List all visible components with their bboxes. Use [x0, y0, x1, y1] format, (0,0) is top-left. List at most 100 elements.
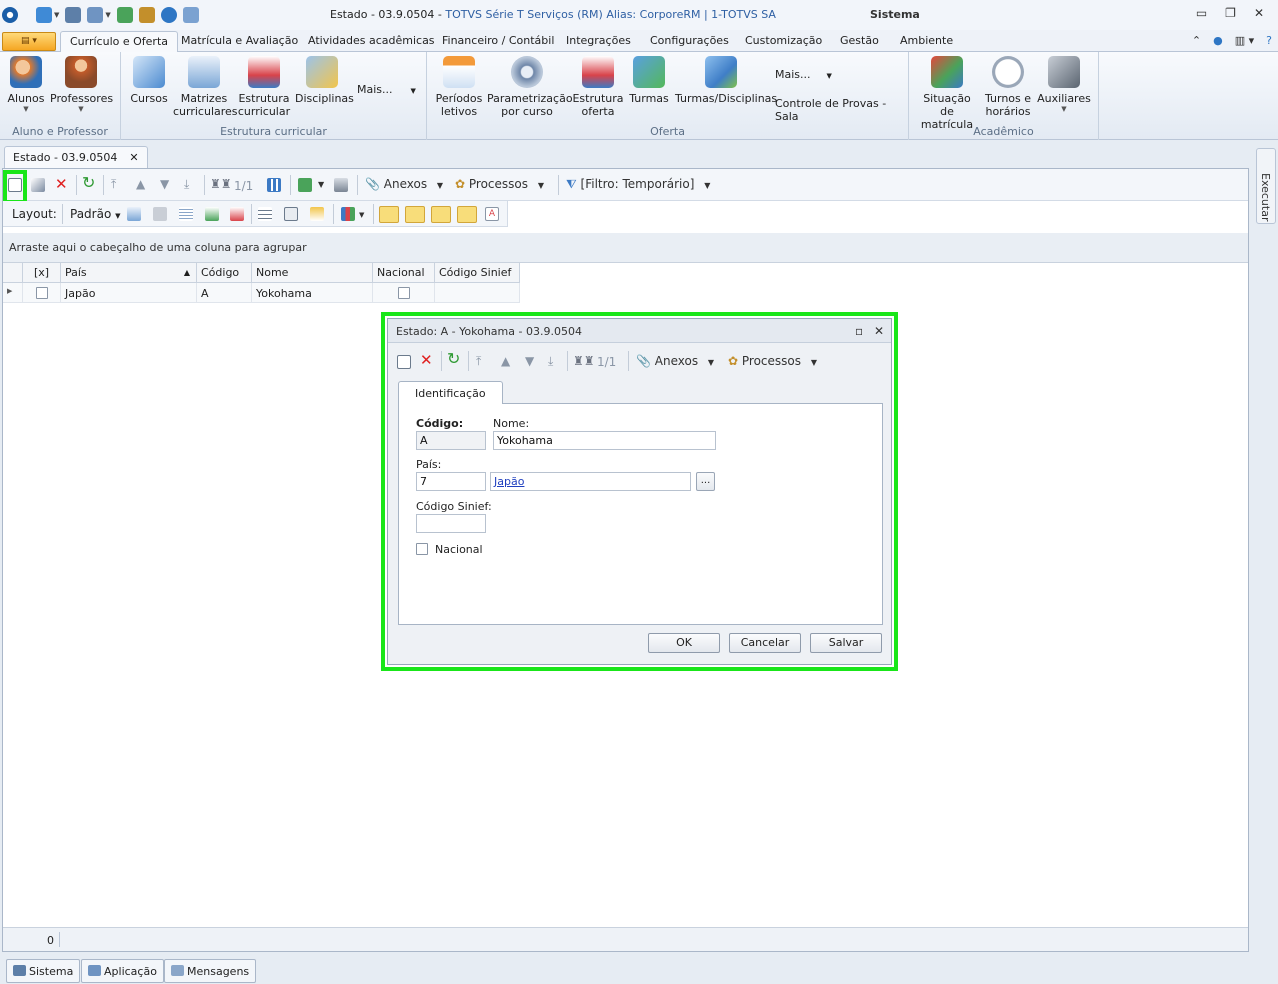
disciplinas-button[interactable]: Disciplinas	[295, 56, 354, 105]
dialog-delete-icon[interactable]: ✕	[420, 353, 433, 368]
tab-matricula-avaliacao[interactable]: Matrícula e Avaliação	[181, 34, 298, 47]
window-icon[interactable]	[87, 7, 104, 23]
turmas-button[interactable]: Turmas	[627, 56, 671, 105]
layout-copy-icon[interactable]	[153, 207, 167, 221]
taskbar-aplicacao-button[interactable]: Aplicação	[81, 959, 164, 983]
print-icon[interactable]	[334, 178, 348, 192]
column-nacional[interactable]: Nacional	[373, 263, 435, 283]
nacional-checkbox[interactable]	[416, 543, 428, 555]
delete-icon[interactable]: ✕	[55, 177, 68, 192]
taskbar-mensagens-button[interactable]: Mensagens	[164, 959, 257, 983]
professores-button[interactable]: Professores ▼	[50, 56, 113, 113]
dialog-first-icon[interactable]: ⤒	[476, 354, 481, 368]
codigo-field[interactable]: A	[416, 431, 486, 450]
monitor-icon[interactable]	[65, 7, 82, 23]
previous-record-icon[interactable]: ▲	[136, 177, 145, 191]
row-select-checkbox[interactable]	[35, 287, 48, 299]
column-codigo[interactable]: Código	[197, 263, 252, 283]
tab-identificacao[interactable]: Identificação	[398, 381, 503, 404]
executar-side-panel[interactable]: Executar	[1256, 148, 1276, 224]
font-color-icon[interactable]: A	[485, 207, 499, 221]
grid-view-icon[interactable]	[267, 178, 281, 192]
cell-nacional-checkbox[interactable]	[397, 287, 410, 299]
tab-integracoes[interactable]: Integrações	[566, 34, 631, 47]
column-nome[interactable]: Nome	[252, 263, 373, 283]
dialog-close-icon[interactable]: ✕	[874, 324, 884, 338]
cancel-button[interactable]: Cancelar	[729, 633, 801, 653]
ok-button[interactable]: OK	[648, 633, 720, 653]
column-pais[interactable]: País ▲	[61, 263, 197, 283]
table-row[interactable]: ▶ Japão A Yokohama	[3, 283, 520, 303]
tab-gestao[interactable]: Gestão	[840, 34, 879, 47]
chart-icon[interactable]	[341, 207, 355, 221]
anexos-button[interactable]: 📎 Anexos ▼	[365, 177, 443, 193]
cursos-button[interactable]: Cursos	[129, 56, 169, 105]
filtro-button[interactable]: ⧨ [Filtro: Temporário] ▼	[566, 177, 710, 193]
binoculars-icon[interactable]: ♜♜	[210, 177, 232, 191]
oferta-mais-button[interactable]: Mais... ▼	[775, 68, 832, 81]
export-dropdown-icon[interactable]: ▼	[318, 178, 324, 192]
highlight-style-3-icon[interactable]	[431, 206, 451, 223]
estrutura-mais-button[interactable]: Mais... ▼	[357, 83, 416, 96]
export-icon[interactable]	[116, 7, 133, 23]
pais-name-link[interactable]: Japão	[494, 475, 524, 488]
app-menu-button[interactable]: ▤ ▾	[2, 32, 56, 51]
tab-configuracoes[interactable]: Configurações	[650, 34, 729, 47]
situacao-matricula-button[interactable]: Situação de matrícula	[915, 56, 979, 131]
column-codigo-sinief[interactable]: Código Sinief	[435, 263, 520, 283]
highlight-style-2-icon[interactable]	[405, 206, 425, 223]
column-select-all[interactable]: [x]	[23, 263, 61, 283]
processos-button[interactable]: ✿ Processos ▼	[455, 177, 544, 193]
save-button[interactable]: Salvar	[810, 633, 882, 653]
dialog-processos-button[interactable]: ✿ Processos ▼	[728, 354, 817, 370]
alunos-button[interactable]: Alunos ▼	[6, 56, 46, 113]
highlight-style-1-icon[interactable]	[379, 206, 399, 223]
estrutura-oferta-button[interactable]: Estrutura oferta	[571, 56, 625, 118]
next-record-icon[interactable]: ▼	[160, 177, 169, 191]
tab-financeiro-contabil[interactable]: Financeiro / Contábil	[442, 34, 554, 47]
dialog-new-icon[interactable]	[397, 355, 411, 369]
sum-icon[interactable]	[284, 207, 298, 221]
help-globe-icon[interactable]: ●	[1213, 34, 1223, 47]
pais-name-field[interactable]: Japão	[490, 472, 691, 491]
dialog-last-icon[interactable]: ⤓	[548, 354, 553, 368]
tab-ambiente[interactable]: Ambiente	[900, 34, 953, 47]
pais-code-field[interactable]: 7	[416, 472, 486, 491]
dialog-maximize-icon[interactable]: ▫	[855, 324, 863, 338]
layout-import-icon[interactable]	[205, 207, 219, 221]
highlight-style-4-icon[interactable]	[457, 206, 477, 223]
app-logo-icon[interactable]	[2, 7, 18, 23]
globe-search-icon[interactable]	[160, 7, 177, 23]
dialog-next-icon[interactable]: ▼	[525, 354, 534, 368]
doc-tab-estado[interactable]: Estado - 03.9.0504 ✕	[4, 146, 148, 168]
last-record-icon[interactable]: ⤓	[184, 177, 189, 191]
sinief-field[interactable]	[416, 514, 486, 533]
nome-field[interactable]: Yokohama	[493, 431, 716, 450]
group-by-bar[interactable]: Arraste aqui o cabeçalho de uma coluna p…	[3, 233, 1248, 263]
taskbar-sistema-button[interactable]: Sistema	[6, 959, 81, 983]
copy-icon[interactable]	[182, 7, 199, 23]
group-rows-icon[interactable]	[258, 207, 272, 221]
refresh-icon[interactable]: ↻	[82, 175, 95, 191]
note-icon[interactable]	[310, 207, 324, 221]
controle-provas-sala-button[interactable]: Controle de Provas - Sala	[775, 97, 908, 123]
dialog-binoculars-icon[interactable]: ♜♜	[573, 354, 595, 368]
matrizes-curriculares-button[interactable]: Matrizes curriculares	[173, 56, 238, 118]
layout-save-icon[interactable]	[127, 207, 141, 221]
turnos-horarios-button[interactable]: Turnos e horários	[981, 56, 1035, 118]
periodos-letivos-button[interactable]: Períodos letivos	[435, 56, 483, 118]
layout-columns-icon[interactable]	[179, 207, 193, 221]
tab-curriculo-oferta[interactable]: Currículo e Oferta	[60, 31, 179, 53]
layout-export-icon[interactable]	[230, 207, 244, 221]
tools-icon[interactable]	[138, 7, 155, 23]
turmas-disciplinas-button[interactable]: Turmas/Disciplinas	[675, 56, 777, 105]
export-data-icon[interactable]	[298, 178, 312, 192]
dialog-previous-icon[interactable]: ▲	[501, 354, 510, 368]
pais-lookup-button[interactable]: ...	[696, 472, 715, 491]
globe-icon[interactable]	[36, 7, 52, 23]
first-record-icon[interactable]: ⤒	[111, 177, 116, 191]
minimize-icon[interactable]: ▭	[1196, 6, 1207, 20]
parametrizacao-curso-button[interactable]: Parametrização por curso	[487, 56, 573, 118]
close-icon[interactable]: ✕	[1254, 6, 1264, 20]
help-icon[interactable]: ?	[1266, 34, 1272, 47]
